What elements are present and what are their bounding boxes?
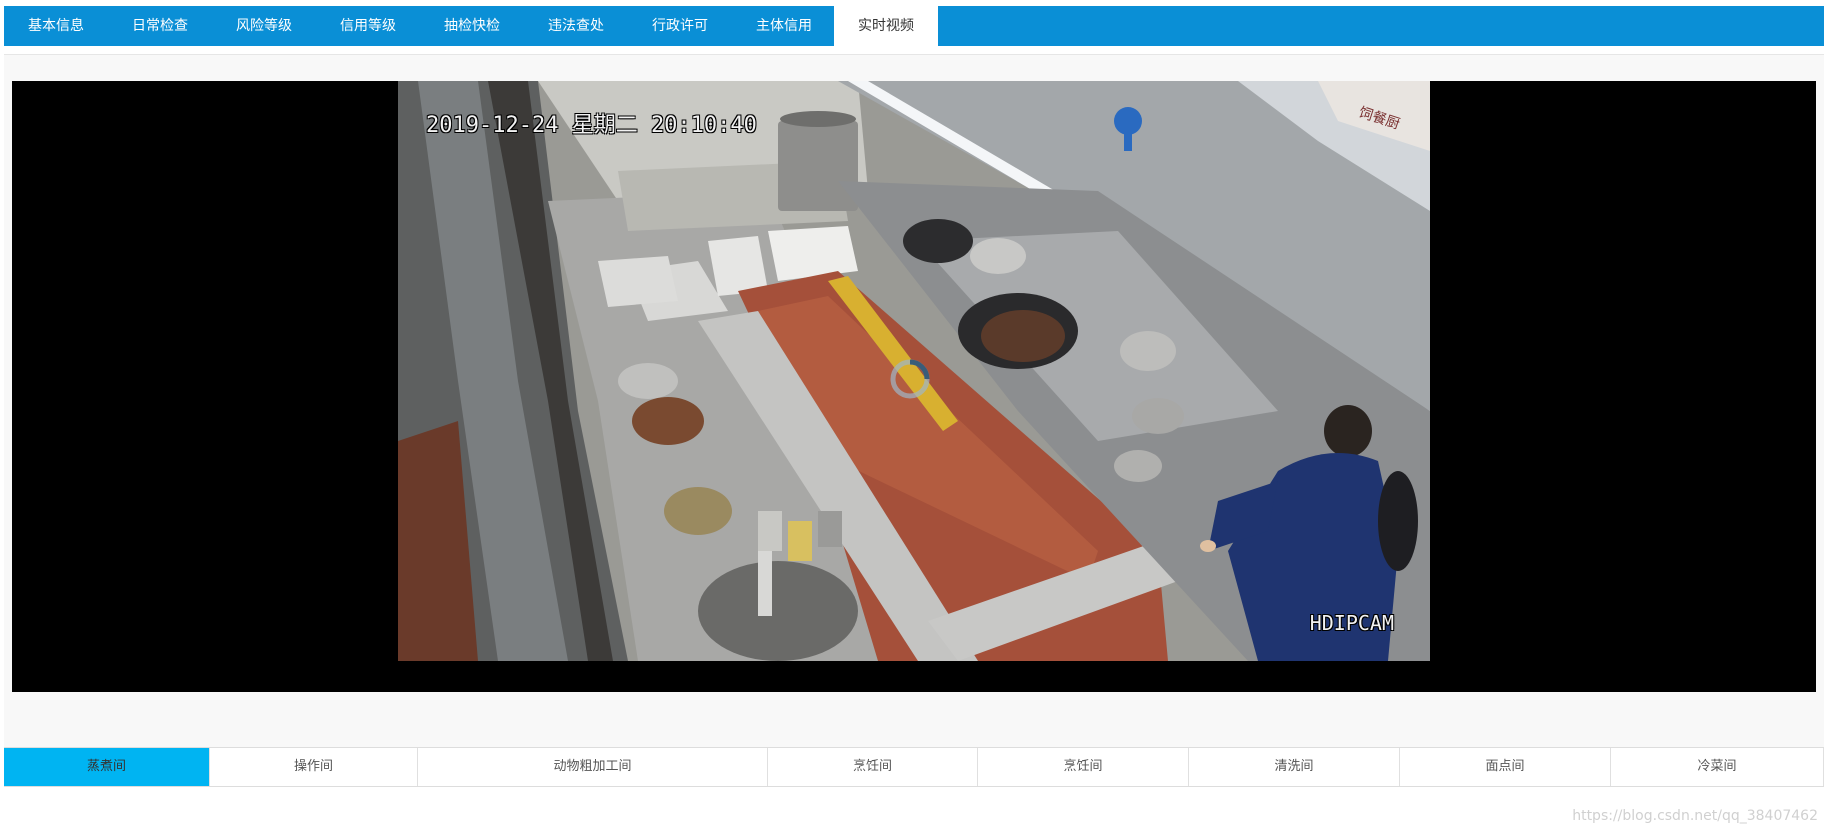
room-tab-cooking-2[interactable]: 烹饪间 <box>978 748 1189 786</box>
module-tab-bar: 基本信息 日常检查 风险等级 信用等级 抽检快检 违法查处 行政许可 主体信用 … <box>4 6 1824 46</box>
tab-violation-handling[interactable]: 违法查处 <box>524 6 628 46</box>
room-tab-cold-dishes[interactable]: 冷菜间 <box>1611 748 1824 786</box>
video-frame[interactable]: 饲餐厨 2019-12-24 星期二 20:10:40 HDIPCAM <box>398 81 1430 661</box>
tab-entity-credit[interactable]: 主体信用 <box>732 6 836 46</box>
video-player[interactable]: 饲餐厨 2019-12-24 星期二 20:10:40 HDIPCAM <box>12 81 1816 692</box>
tab-administrative-license[interactable]: 行政许可 <box>628 6 732 46</box>
url-watermark: https://blog.csdn.net/qq_38407462 <box>1572 808 1818 824</box>
tab-daily-inspection[interactable]: 日常检查 <box>108 6 212 46</box>
tab-basic-info[interactable]: 基本信息 <box>4 6 108 46</box>
camera-brand-label: HDIPCAM <box>1309 611 1394 635</box>
tab-live-video[interactable]: 实时视频 <box>834 6 938 46</box>
loading-spinner-icon <box>890 359 930 399</box>
room-tab-pastry[interactable]: 面点间 <box>1400 748 1611 786</box>
tab-credit-level[interactable]: 信用等级 <box>316 6 420 46</box>
room-tab-meat-prep[interactable]: 动物粗加工间 <box>418 748 768 786</box>
tab-risk-level[interactable]: 风险等级 <box>212 6 316 46</box>
content-panel: 饲餐厨 2019-12-24 星期二 20:10:40 HDIPCAM <box>4 54 1824 785</box>
video-timestamp: 2019-12-24 星期二 20:10:40 <box>426 113 757 138</box>
room-tab-operation[interactable]: 操作间 <box>210 748 418 786</box>
room-tab-cooking-1[interactable]: 烹饪间 <box>768 748 978 786</box>
room-tab-washing[interactable]: 清洗间 <box>1189 748 1400 786</box>
tab-sampling-test[interactable]: 抽检快检 <box>420 6 524 46</box>
room-tab-steaming[interactable]: 蒸煮间 <box>4 748 210 786</box>
room-selector-bar: 蒸煮间 操作间 动物粗加工间 烹饪间 烹饪间 清洗间 面点间 冷菜间 <box>4 747 1824 787</box>
